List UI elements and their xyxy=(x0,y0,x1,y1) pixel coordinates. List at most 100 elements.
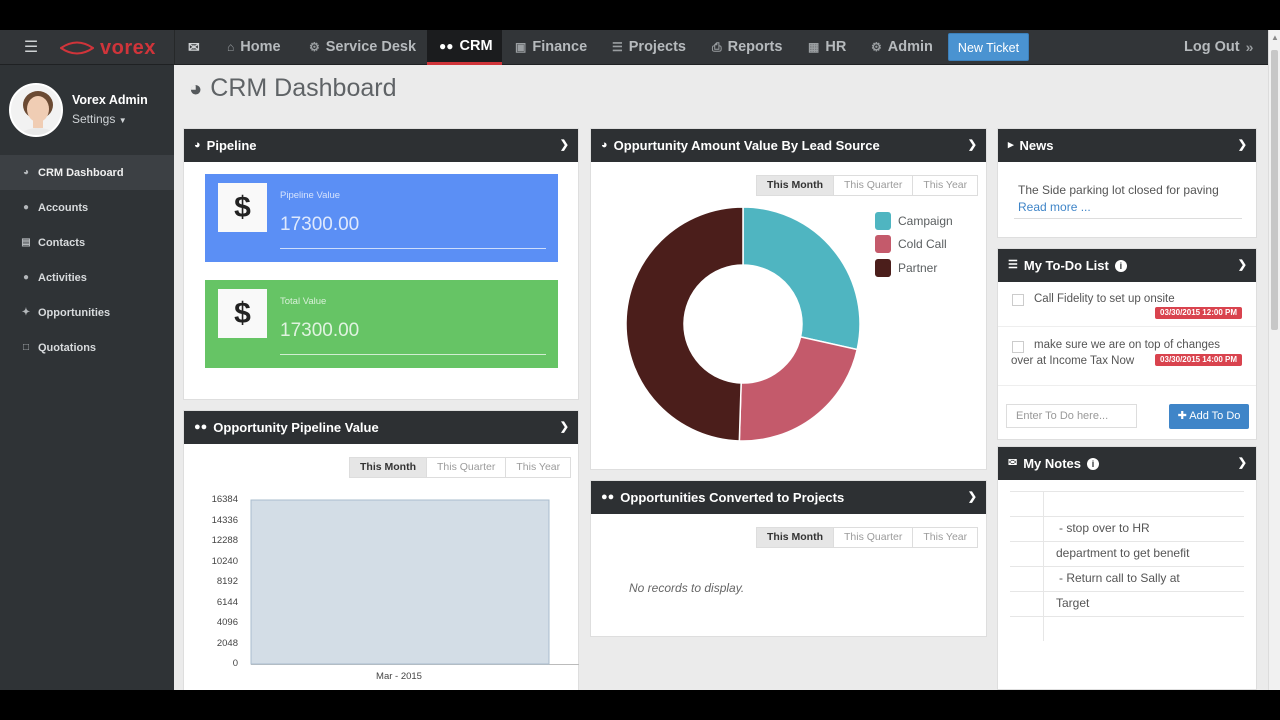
legend-item-campaign[interactable]: Campaign xyxy=(875,209,953,233)
scroll-up-icon[interactable]: ▲ xyxy=(1271,33,1279,42)
nav-admin[interactable]: ⚙ Admin xyxy=(871,30,933,65)
panel-header: ✉ My Notes i ❯ xyxy=(998,447,1256,480)
avatar[interactable] xyxy=(9,83,63,137)
donut-slice-partner[interactable] xyxy=(625,207,744,442)
info-icon[interactable]: i xyxy=(1114,259,1127,272)
todo-input[interactable]: Enter To Do here... xyxy=(1006,404,1137,428)
bar-0[interactable] xyxy=(250,499,550,665)
nav-hr[interactable]: ▦ HR xyxy=(808,30,846,65)
list-icon: ☰ xyxy=(1008,259,1018,271)
todo-checkbox[interactable] xyxy=(1012,341,1024,353)
nav-mail[interactable]: ✉ xyxy=(188,30,200,65)
read-more-link[interactable]: Read more ... xyxy=(1018,200,1091,214)
sidebar-item-contacts[interactable]: ▤ Contacts xyxy=(0,225,174,260)
bullhorn-icon: ▸ xyxy=(1008,139,1014,151)
donut-slice-cold-call[interactable] xyxy=(738,335,859,442)
menu-toggle-icon[interactable]: ☰ xyxy=(16,38,46,58)
sidebar-item-quotations[interactable]: □ Quotations xyxy=(0,330,174,365)
print-icon: ⎙ xyxy=(712,40,722,54)
chevron-down-icon[interactable]: ❯ xyxy=(968,481,977,514)
note-line: department to get benefit xyxy=(1056,546,1190,560)
sidebar-item-activities[interactable]: ● Activities xyxy=(0,260,174,295)
divider xyxy=(280,248,546,249)
document-icon: □ xyxy=(22,342,30,353)
logout-label: Log Out xyxy=(1184,39,1240,55)
total-value-card: $ Total Value 17300.00 xyxy=(205,280,558,368)
legend-swatch xyxy=(875,211,891,230)
todo-due-badge: 03/30/2015 12:00 PM xyxy=(1155,307,1242,319)
panel-header: ☰ My To-Do List i ❯ xyxy=(998,249,1256,282)
filter-this-month[interactable]: This Month xyxy=(757,528,833,547)
filter-this-month[interactable]: This Month xyxy=(757,176,833,195)
stat-value: 17300.00 xyxy=(280,320,360,341)
chevron-down-icon[interactable]: ❯ xyxy=(1238,249,1247,282)
nav-service-desk[interactable]: ⚙ Service Desk xyxy=(309,30,416,65)
contacts-icon: ▤ xyxy=(21,237,31,248)
filter-this-year[interactable]: This Year xyxy=(912,176,978,195)
vorex-logo-mark xyxy=(60,41,94,55)
todo-checkbox[interactable] xyxy=(1012,294,1024,306)
pipeline-panel: ◕ Pipeline ❯ $ Pipeline Value 17300.00 $… xyxy=(183,128,579,400)
nav-projects[interactable]: ☰ Projects xyxy=(612,30,686,65)
nav-crm-label: CRM xyxy=(459,37,493,54)
wand-icon: ✦ xyxy=(21,307,31,318)
vorex-logo[interactable]: vorex xyxy=(60,38,156,58)
add-todo-button[interactable]: ✚ Add To Do xyxy=(1169,404,1249,429)
filter-this-year[interactable]: This Year xyxy=(912,528,978,547)
nav-home[interactable]: ⌂ Home xyxy=(227,30,281,65)
sidebar-item-accounts[interactable]: ● Accounts xyxy=(0,190,174,225)
dollar-icon: $ xyxy=(218,289,267,338)
pipeline-bar-chart xyxy=(250,499,579,665)
empty-message: No records to display. xyxy=(629,581,745,595)
todo-item: make sure we are on top of changes over … xyxy=(998,327,1256,386)
note-line: Target xyxy=(1056,596,1090,610)
chevron-down-icon[interactable]: ❯ xyxy=(1238,447,1247,480)
filter-this-quarter[interactable]: This Quarter xyxy=(833,528,913,547)
legend-swatch xyxy=(875,235,891,254)
logout-link[interactable]: Log Out » xyxy=(1184,30,1253,65)
scroll-thumb[interactable] xyxy=(1271,50,1278,330)
gear-icon: ⚙ xyxy=(871,40,882,54)
opportunity-pipeline-panel: ●● Opportunity Pipeline Value ❯ This Mon… xyxy=(183,410,579,690)
settings-dropdown[interactable]: Settings ▼ xyxy=(72,112,127,126)
legend-item-cold-call[interactable]: Cold Call xyxy=(875,233,953,257)
page-title: ◕ CRM Dashboard xyxy=(189,74,396,103)
lead-source-donut-chart xyxy=(625,207,861,442)
period-filter: This Month This Quarter This Year xyxy=(756,527,979,548)
panel-header: ●● Opportunities Converted to Projects ❯ xyxy=(591,481,986,514)
sidebar-item-label: Accounts xyxy=(38,201,89,214)
donut-slice-campaign[interactable] xyxy=(742,207,861,351)
divider xyxy=(174,30,175,65)
nav-admin-label: Admin xyxy=(887,39,933,55)
new-ticket-button[interactable]: New Ticket xyxy=(948,33,1029,61)
nav-reports[interactable]: ⎙ Reports xyxy=(712,30,782,65)
page-scrollbar[interactable]: ▲ xyxy=(1268,30,1280,690)
legend-item-partner[interactable]: Partner xyxy=(875,256,953,280)
sidebar-item-crm-dashboard[interactable]: ◕ CRM Dashboard xyxy=(0,155,174,190)
period-filter: This Month This Quarter This Year xyxy=(756,175,979,196)
notes-panel: ✉ My Notes i ❯ - stop over to HR departm… xyxy=(997,446,1257,690)
stat-value: 17300.00 xyxy=(280,214,360,235)
users-icon: ● xyxy=(22,202,30,213)
chevron-down-icon[interactable]: ❯ xyxy=(968,129,977,162)
chevron-down-icon[interactable]: ❯ xyxy=(560,129,569,162)
notes-rule xyxy=(1010,491,1244,492)
chart-legend: Campaign Cold Call Partner xyxy=(875,209,953,280)
nav-hr-label: HR xyxy=(825,39,847,55)
users-icon: ●● xyxy=(439,38,454,53)
todo-text-cont: over at Income Tax Now xyxy=(1011,355,1135,367)
stat-label: Total Value xyxy=(280,296,327,307)
nav-crm[interactable]: ●● CRM xyxy=(427,30,502,65)
chevron-down-icon[interactable]: ❯ xyxy=(1238,129,1247,162)
nav-finance[interactable]: ▣ Finance xyxy=(515,30,587,65)
lead-source-panel: ◕ Oppurtunity Amount Value By Lead Sourc… xyxy=(590,128,987,470)
divider xyxy=(280,354,546,355)
sidebar-item-opportunities[interactable]: ✦ Opportunities xyxy=(0,295,174,330)
activities-icon: ● xyxy=(22,272,30,283)
info-icon[interactable]: i xyxy=(1087,457,1100,470)
list-icon: ☰ xyxy=(612,40,623,54)
filter-this-quarter[interactable]: This Quarter xyxy=(833,176,913,195)
pie-chart-icon: ◕ xyxy=(194,139,201,151)
stat-label: Pipeline Value xyxy=(280,190,341,201)
notes-rule xyxy=(1010,516,1244,517)
